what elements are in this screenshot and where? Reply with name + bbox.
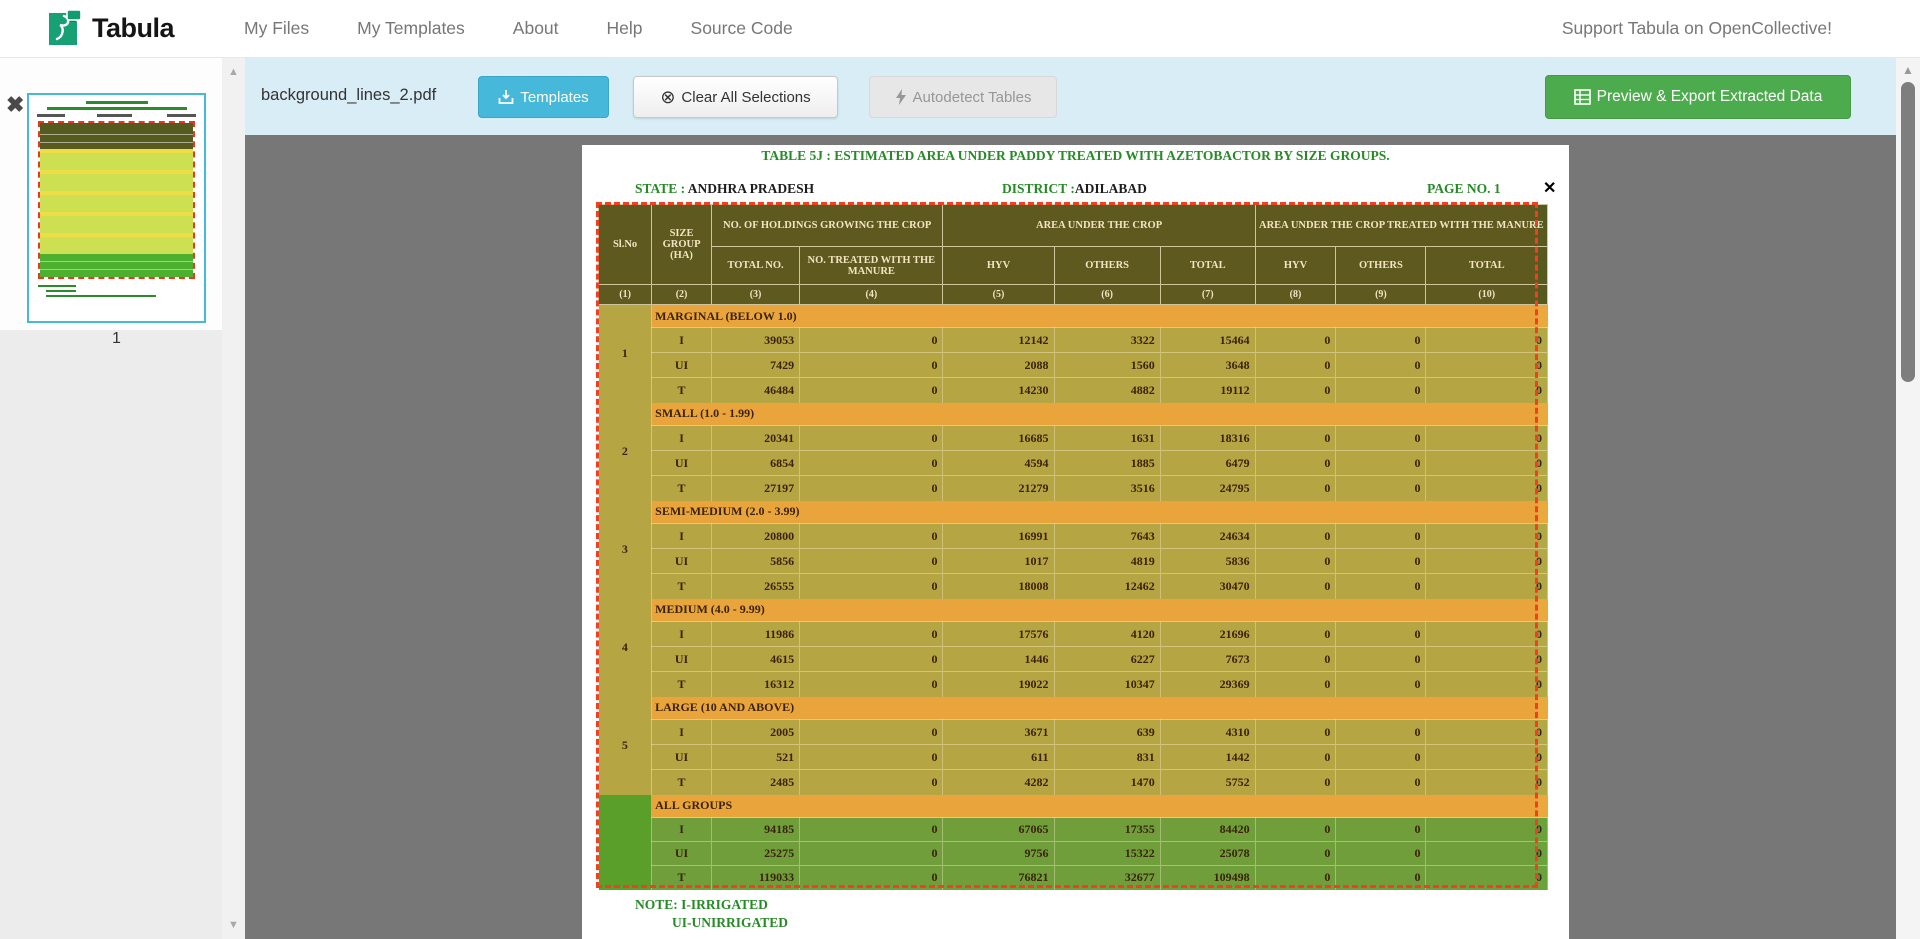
main-scrollbar[interactable]: ▲ (1896, 58, 1920, 939)
nav-menu: My Files My Templates About Help Source … (220, 18, 817, 39)
nav-item-source-code[interactable]: Source Code (667, 18, 817, 39)
support-link[interactable]: Support Tabula on OpenCollective! (1562, 18, 1832, 39)
toolbar: background_lines_2.pdf Templates ⊗ Clear… (245, 58, 1896, 135)
selection-box[interactable] (596, 202, 1538, 888)
pdf-lock-logo-icon (44, 5, 84, 52)
clear-button-label: Clear All Selections (681, 89, 810, 106)
scroll-up-icon[interactable]: ▲ (222, 66, 245, 78)
thumb-selection-overlay (38, 121, 195, 279)
tabula-logo[interactable]: Tabula (44, 5, 174, 52)
lightning-icon (895, 89, 907, 105)
district-text: DISTRICT :ADILABAD (1002, 181, 1147, 197)
clear-all-selections-button[interactable]: ⊗ Clear All Selections (633, 76, 838, 118)
nav-item-help[interactable]: Help (583, 18, 667, 39)
page-number-label: 1 (27, 330, 206, 348)
export-button-label: Preview & Export Extracted Data (1597, 88, 1823, 106)
autodetect-tables-button[interactable]: Autodetect Tables (869, 76, 1057, 118)
thumb-meta-line (37, 114, 196, 117)
sidebar-scrollbar[interactable]: ▲ ▼ (222, 58, 245, 939)
templates-button[interactable]: Templates (478, 76, 609, 118)
navbar: Tabula My Files My Templates About Help … (0, 0, 1920, 58)
document-viewer: TABLE 5J : ESTIMATED AREA UNDER PADDY TR… (245, 135, 1896, 939)
thumb-subtitle-line (47, 107, 187, 110)
pdf-note-line2: UI-UNIRRIGATED (672, 915, 788, 931)
state-text: STATE : ANDHRA PRADESH (635, 181, 814, 197)
remove-page-icon[interactable]: ✖ (6, 94, 24, 116)
thumb-table-footer (40, 254, 193, 277)
pdf-page: TABLE 5J : ESTIMATED AREA UNDER PADDY TR… (582, 145, 1569, 939)
thumb-table-body (40, 149, 193, 254)
thumb-table-header (40, 123, 193, 149)
brand-title: Tabula (92, 13, 174, 44)
main-scroll-thumb[interactable] (1901, 82, 1915, 382)
page-thumbnail[interactable] (27, 93, 206, 323)
pdf-table-title: TABLE 5J : ESTIMATED AREA UNDER PADDY TR… (582, 148, 1569, 164)
thumb-title-line (86, 101, 148, 104)
preview-export-button[interactable]: Preview & Export Extracted Data (1545, 75, 1851, 119)
save-template-icon (498, 89, 514, 105)
thumb-notes (38, 285, 188, 300)
selection-close-icon[interactable]: ✕ (1543, 178, 1556, 198)
pdf-note-line1: NOTE: I-IRRIGATED (635, 897, 768, 913)
autodetect-button-label: Autodetect Tables (913, 89, 1032, 106)
page-no-text: PAGE NO. 1 (1427, 181, 1501, 197)
nav-item-about[interactable]: About (489, 18, 583, 39)
main-scroll-up-icon[interactable]: ▲ (1896, 63, 1920, 77)
nav-item-my-templates[interactable]: My Templates (333, 18, 489, 39)
circle-x-icon: ⊗ (660, 88, 675, 106)
table-list-icon (1574, 89, 1591, 105)
sidebar-thumbnails: ✖ 1 ▲ ▼ (0, 58, 245, 939)
nav-item-my-files[interactable]: My Files (220, 18, 333, 39)
scroll-down-icon[interactable]: ▼ (222, 919, 245, 931)
filename-label: background_lines_2.pdf (261, 86, 436, 105)
templates-button-label: Templates (520, 89, 588, 106)
